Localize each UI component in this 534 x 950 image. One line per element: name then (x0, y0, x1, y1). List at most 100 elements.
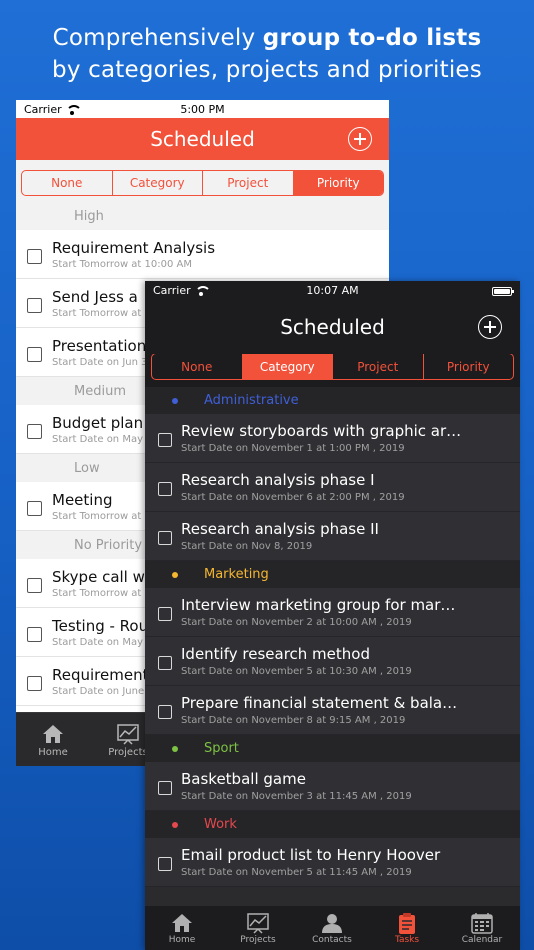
task-row[interactable]: Requirement Analysis Start Tomorrow at 10… (16, 230, 389, 279)
segment-priority[interactable]: Priority (293, 171, 383, 195)
task-title: Research analysis phase II (181, 520, 379, 538)
add-task-button[interactable] (478, 315, 502, 339)
task-checkbox[interactable] (27, 578, 42, 593)
task-checkbox[interactable] (27, 249, 42, 264)
headline: Comprehensively group to-do lists by cat… (0, 22, 534, 86)
task-date: Start Date on May (52, 637, 143, 648)
segment-project[interactable]: Project (333, 354, 424, 379)
task-date: Start Date on November 1 at 1:00 PM , 20… (181, 443, 405, 454)
task-checkbox[interactable] (158, 656, 172, 670)
task-row[interactable]: Research analysis phase II Start Date on … (145, 512, 520, 561)
task-title: Meeting (52, 491, 113, 509)
task-title: Requirement Analysis (52, 239, 216, 257)
group-by-segmented-control: None Category Project Priority (151, 353, 514, 380)
section-header-administrative: Administrative (145, 387, 520, 414)
task-row[interactable]: Identify research method Start Date on No… (145, 637, 520, 686)
task-date: Start Tomorrow at (52, 511, 142, 522)
task-checkbox[interactable] (158, 531, 172, 545)
task-checkbox[interactable] (27, 424, 42, 439)
category-dot-icon (172, 398, 178, 404)
task-title: Basketball game (181, 770, 306, 788)
task-checkbox[interactable] (158, 857, 172, 871)
task-title: Skype call w (52, 568, 145, 586)
segment-category[interactable]: Category (242, 354, 333, 379)
category-dot-icon (172, 572, 178, 578)
task-date: Start Date on November 2 at 10:00 AM , 2… (181, 617, 412, 628)
category-dot-icon (172, 746, 178, 752)
task-title: Requirement (52, 666, 149, 684)
task-title: Identify research method (181, 645, 370, 663)
task-date: Start Date on November 3 at 11:45 AM , 2… (181, 791, 412, 802)
page-title: Scheduled (150, 127, 255, 151)
task-row[interactable]: Email product list to Henry Hoover Start … (145, 838, 520, 887)
dark-phone-screen: Carrier 10:07 AM Scheduled None Category… (145, 281, 520, 950)
contacts-icon (322, 914, 342, 933)
task-date: Start Date on November 5 at 11:45 AM , 2… (181, 867, 412, 878)
add-task-button[interactable] (348, 127, 372, 151)
home-icon (172, 914, 192, 932)
task-row[interactable]: Basketball game Start Date on November 3 … (145, 762, 520, 811)
segment-none[interactable]: None (152, 354, 243, 379)
task-date: Start Date on November 6 at 2:00 PM , 20… (181, 492, 405, 503)
headline-line-2: by categories, projects and priorities (52, 57, 482, 83)
tab-tasks[interactable]: Tasks (372, 912, 442, 945)
calendar-icon (471, 913, 493, 934)
tab-home[interactable]: Home (23, 723, 83, 758)
task-date: Start Date on Jun 3 (52, 357, 148, 368)
task-title: Research analysis phase I (181, 471, 375, 489)
task-checkbox[interactable] (158, 781, 172, 795)
section-header-high: High (16, 203, 389, 230)
projects-chart-icon (247, 913, 269, 934)
task-date: Start Date on June (52, 686, 145, 697)
wifi-icon (194, 286, 211, 296)
segment-priority[interactable]: Priority (424, 354, 514, 379)
nav-bar: Scheduled (145, 300, 520, 354)
wifi-icon (65, 104, 82, 115)
section-header-work: Work (145, 811, 520, 838)
tab-contacts[interactable]: Contacts (297, 912, 367, 945)
task-date: Start Tomorrow at 10:00 AM (52, 259, 192, 270)
status-time: 10:07 AM (306, 284, 359, 297)
task-checkbox[interactable] (158, 433, 172, 447)
task-checkbox[interactable] (158, 482, 172, 496)
status-time: 5:00 PM (180, 102, 225, 116)
status-bar: Carrier 10:07 AM (145, 281, 520, 300)
task-checkbox[interactable] (158, 607, 172, 621)
task-checkbox[interactable] (27, 347, 42, 362)
task-title: Send Jess a (52, 288, 138, 306)
task-row[interactable]: Prepare financial statement & bala… Start… (145, 686, 520, 735)
battery-icon (492, 286, 514, 296)
segment-project[interactable]: Project (203, 171, 294, 195)
task-date: Start Date on November 8 at 9:15 AM , 20… (181, 715, 406, 726)
group-by-segmented-control: None Category Project Priority (21, 170, 384, 196)
tab-projects[interactable]: Projects (223, 912, 293, 945)
task-checkbox[interactable] (27, 298, 42, 313)
task-row[interactable]: Interview marketing group for mar… Start … (145, 588, 520, 637)
task-date: Start Date on November 5 at 10:30 AM , 2… (181, 666, 412, 677)
task-date: Start Date on Nov 8, 2019 (181, 541, 313, 552)
carrier-label: Carrier (24, 102, 62, 116)
section-header-marketing: Marketing (145, 561, 520, 588)
task-checkbox[interactable] (27, 627, 42, 642)
status-bar: Carrier 5:00 PM (16, 100, 389, 118)
tab-home[interactable]: Home (147, 912, 217, 945)
task-checkbox[interactable] (27, 501, 42, 516)
task-title: Presentation (52, 337, 147, 355)
task-row[interactable]: Review storyboards with graphic ar… Start… (145, 414, 520, 463)
tab-calendar[interactable]: Calendar (447, 912, 517, 945)
task-checkbox[interactable] (158, 705, 172, 719)
task-title: Budget plan (52, 414, 144, 432)
segment-category[interactable]: Category (113, 171, 203, 195)
task-checkbox[interactable] (27, 676, 42, 691)
carrier-label: Carrier (153, 284, 191, 297)
task-row[interactable]: Research analysis phase I Start Date on N… (145, 463, 520, 512)
home-icon (43, 725, 63, 743)
section-header-sport: Sport (145, 735, 520, 762)
segment-none[interactable]: None (22, 171, 113, 195)
nav-bar: Scheduled (16, 118, 389, 160)
task-date: Start Tomorrow at (52, 308, 142, 319)
tab-bar: Home Projects Contacts Tasks Calendar (145, 906, 520, 950)
task-title: Email product list to Henry Hoover (181, 846, 441, 864)
task-title: Review storyboards with graphic ar… (181, 422, 462, 440)
task-list: Administrative Review storyboards with g… (145, 387, 520, 887)
